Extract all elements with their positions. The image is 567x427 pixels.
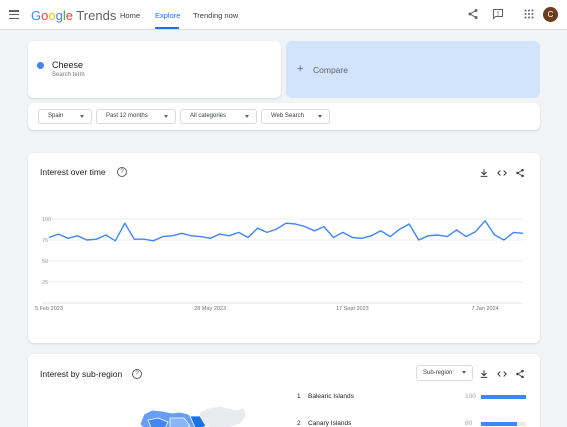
x-tick-label: 7 Jan 2024 [471, 306, 498, 312]
region-bar [481, 395, 526, 399]
menu-icon[interactable] [9, 10, 19, 20]
region-bar [481, 422, 517, 426]
interest-by-subregion-card: Interest by sub-region ? Sub-region 1 Ba… [28, 354, 540, 427]
region-value: 80 [465, 420, 473, 427]
search-term-sub: Search term [52, 72, 85, 78]
series-line [48, 220, 524, 242]
filter-region[interactable]: Spain [38, 109, 92, 124]
rank-number: 1 [297, 393, 301, 400]
rank-number: 2 [297, 420, 301, 427]
region-bar-track [481, 395, 526, 399]
chevron-down-icon [164, 115, 168, 118]
share-icon[interactable] [467, 8, 479, 20]
nav-trending-now[interactable]: Trending now [193, 11, 238, 20]
region-bar-track [481, 422, 526, 426]
term-color-dot [37, 62, 44, 69]
search-term-name[interactable]: Cheese [52, 60, 83, 70]
interest-line-chart[interactable]: 100 75 50 25 5 Feb 2023 28 May 2023 17 Sept 20… [28, 153, 540, 343]
y-tick-label: 100 [42, 217, 51, 223]
subregion-map[interactable] [128, 404, 278, 427]
interest-by-subregion-title: Interest by sub-region [40, 369, 123, 379]
x-tick-label: 5 Feb 2023 [35, 306, 63, 312]
resolution-select-label: Sub-region [423, 370, 453, 376]
search-term-card[interactable]: Cheese Search term [28, 41, 281, 98]
compare-button[interactable]: + Compare [286, 41, 540, 98]
download-icon[interactable] [479, 369, 489, 379]
y-tick-label: 75 [42, 238, 48, 244]
x-tick-label: 17 Sept 2023 [336, 306, 369, 312]
compare-label: Compare [313, 65, 348, 75]
filter-search-type-label: Web Search [271, 113, 304, 119]
region-value: 100 [465, 393, 476, 400]
y-tick-label: 50 [42, 259, 48, 265]
embed-icon[interactable] [497, 369, 507, 379]
subregion-row[interactable]: 1 Balearic Islands 100 [296, 393, 536, 405]
logo-trends: Trends [76, 8, 117, 23]
chevron-down-icon [462, 371, 466, 374]
plus-icon: + [297, 63, 304, 75]
resolution-select[interactable]: Sub-region [416, 365, 473, 381]
nav-active-indicator [155, 27, 179, 29]
subregion-row[interactable]: 2 Canary Islands 80 [296, 420, 536, 427]
avatar[interactable]: C [543, 7, 558, 22]
nav-home[interactable]: Home [120, 11, 140, 20]
chevron-down-icon [80, 115, 84, 118]
chevron-down-icon [245, 115, 249, 118]
filter-time-label: Past 12 months [106, 113, 148, 119]
nav-explore[interactable]: Explore [155, 11, 180, 20]
google-trends-logo[interactable]: Google Trends [31, 8, 116, 23]
filter-category-label: All categories [190, 113, 227, 119]
filter-bar: Spain Past 12 months All categories Web … [28, 103, 540, 130]
region-name: Balearic Islands [308, 393, 354, 400]
feedback-icon[interactable] [492, 8, 504, 20]
chevron-down-icon [318, 115, 322, 118]
x-tick-label: 28 May 2023 [194, 306, 226, 312]
logo-google: Google [31, 8, 73, 23]
filter-category[interactable]: All categories [180, 109, 257, 124]
filter-search-type[interactable]: Web Search [261, 109, 330, 124]
apps-icon[interactable] [523, 8, 535, 20]
interest-over-time-card: Interest over time ? 100 75 50 25 5 Feb 2023… [28, 153, 540, 343]
y-tick-label: 25 [42, 280, 48, 286]
filter-time-range[interactable]: Past 12 months [96, 109, 176, 124]
share-icon[interactable] [515, 369, 525, 379]
help-icon[interactable]: ? [132, 369, 142, 379]
filter-region-label: Spain [48, 113, 64, 119]
top-bar: Google Trends Home Explore Trending now … [0, 0, 567, 30]
region-name: Canary Islands [308, 420, 352, 427]
